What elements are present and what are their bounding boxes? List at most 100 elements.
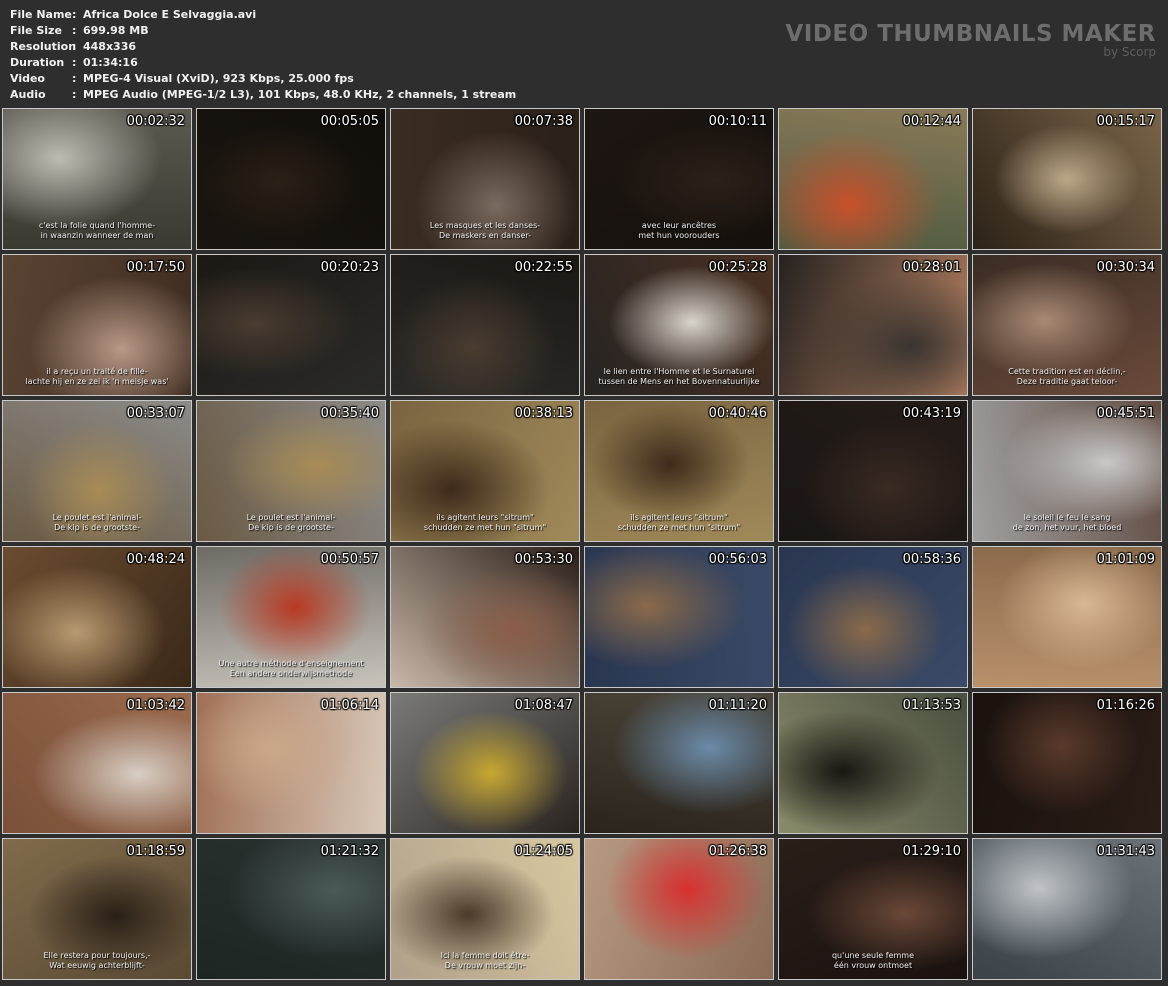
thumbnail-subtitle: qu'une seule femme één vrouw ontmoet <box>831 951 915 970</box>
thumbnail-frame-image <box>585 839 773 979</box>
thumbnail-timestamp: 00:58:36 <box>902 552 961 567</box>
thumbnail-frame-image <box>197 693 385 833</box>
video-thumbnail[interactable]: 01:11:20 <box>584 692 774 834</box>
video-thumbnail[interactable]: 00:35:40 Le poulet est l'animal- De kip i… <box>196 400 386 542</box>
file-info-row: Video: MPEG-4 Visual (XviD), 923 Kbps, 25… <box>10 71 516 87</box>
thumbnail-timestamp: 00:28:01 <box>902 260 961 275</box>
video-thumbnail[interactable]: 01:31:43 <box>972 838 1162 980</box>
file-info-row: Audio: MPEG Audio (MPEG-1/2 L3), 101 Kbps… <box>10 87 516 103</box>
thumbnail-timestamp: 00:56:03 <box>708 552 767 567</box>
thumbnail-frame-image <box>585 693 773 833</box>
thumbnail-timestamp: 00:17:50 <box>126 260 185 275</box>
thumbnail-frame-image <box>973 839 1161 979</box>
thumbnail-timestamp: 01:03:42 <box>126 698 185 713</box>
video-thumbnail[interactable]: 00:07:38 Les masques et les danses- De ma… <box>390 108 580 250</box>
thumbnail-timestamp: 01:08:47 <box>514 698 573 713</box>
video-thumbnail[interactable]: 00:58:36 <box>778 546 968 688</box>
thumbnail-timestamp: 00:02:32 <box>126 114 185 129</box>
thumbnail-timestamp: 00:30:34 <box>1096 260 1155 275</box>
thumbnail-timestamp: 01:16:26 <box>1096 698 1155 713</box>
video-thumbnail[interactable]: 00:05:05 <box>196 108 386 250</box>
thumbnail-frame-image <box>3 547 191 687</box>
thumbnail-timestamp: 00:25:28 <box>708 260 767 275</box>
video-thumbnail[interactable]: 00:22:55 <box>390 254 580 396</box>
file-info-row: Resolution:448x336 <box>10 39 516 55</box>
video-thumbnail[interactable]: 00:38:13 ils agitent leurs "sitrum" schud… <box>390 400 580 542</box>
video-thumbnail[interactable]: 00:50:57 Une autre méthode d'enseignement… <box>196 546 386 688</box>
file-info-value: 699.98 MB <box>83 24 149 37</box>
video-thumbnail[interactable]: 00:43:19 <box>778 400 968 542</box>
video-thumbnail[interactable]: 01:16:26 <box>972 692 1162 834</box>
file-info-value: 448x336 <box>83 40 137 53</box>
video-thumbnail[interactable]: 01:06:14 <box>196 692 386 834</box>
video-thumbnail[interactable]: 00:28:01 <box>778 254 968 396</box>
video-thumbnail[interactable]: 00:20:23 <box>196 254 386 396</box>
thumbnail-frame-image <box>779 401 967 541</box>
file-info-row: File Name: Africa Dolce E Selvaggia.avi <box>10 7 516 23</box>
video-thumbnail[interactable]: 00:40:46 ils agitent leurs "sitrum" schud… <box>584 400 774 542</box>
video-thumbnail[interactable]: 01:26:38 <box>584 838 774 980</box>
thumbnail-timestamp: 00:45:51 <box>1096 406 1155 421</box>
thumbnail-timestamp: 00:20:23 <box>320 260 379 275</box>
video-thumbnail[interactable]: 00:25:28 le lien entre l'Homme et le Surn… <box>584 254 774 396</box>
thumbnail-subtitle: c'est la folie quand l'homme- in waanzin… <box>38 221 156 240</box>
file-info-separator: : <box>72 56 77 69</box>
thumbnail-timestamp: 00:43:19 <box>902 406 961 421</box>
video-thumbnail[interactable]: 00:15:17 <box>972 108 1162 250</box>
thumbnail-timestamp: 01:29:10 <box>902 844 961 859</box>
file-info-separator: : <box>72 24 77 37</box>
thumbnail-frame-image <box>973 693 1161 833</box>
thumbnail-timestamp: 00:38:13 <box>514 406 573 421</box>
thumbnail-timestamp: 01:21:32 <box>320 844 379 859</box>
thumbnail-subtitle: Le poulet est l'animal- De kip is de gro… <box>246 513 336 532</box>
video-thumbnail[interactable]: 01:24:05 Ici la femme doit être- De vrouw… <box>390 838 580 980</box>
thumbnail-subtitle: ils agitent leurs "sitrum" schudden ze m… <box>423 513 547 532</box>
thumbnail-subtitle: Les masques et les danses- De maskers en… <box>429 221 541 240</box>
thumbnail-timestamp: 00:35:40 <box>320 406 379 421</box>
thumbnail-frame-image <box>779 255 967 395</box>
file-info-key: File Size <box>10 24 62 37</box>
video-thumbnail[interactable]: 01:08:47 <box>390 692 580 834</box>
video-thumbnail[interactable]: 01:21:32 <box>196 838 386 980</box>
thumbnail-frame-image <box>3 693 191 833</box>
video-thumbnail[interactable]: 01:03:42 <box>2 692 192 834</box>
file-info-value: MPEG-4 Visual (XviD), 923 Kbps, 25.000 f… <box>83 72 354 85</box>
thumbnail-frame-image <box>391 255 579 395</box>
thumbnail-timestamp: 00:07:38 <box>514 114 573 129</box>
file-info-key: Resolution <box>10 40 77 53</box>
video-thumbnail[interactable]: 00:45:51 le soleil le feu le sang de zon,… <box>972 400 1162 542</box>
thumbnail-timestamp: 01:26:38 <box>708 844 767 859</box>
video-thumbnail[interactable]: 01:13:53 <box>778 692 968 834</box>
thumbnail-timestamp: 01:31:43 <box>1096 844 1155 859</box>
video-thumbnail[interactable]: 01:01:09 <box>972 546 1162 688</box>
thumbnail-subtitle: avec leur ancêtres met hun voorouders <box>638 221 720 240</box>
header: File Name: Africa Dolce E Selvaggia.avi Fi… <box>0 0 1168 108</box>
video-thumbnail[interactable]: 00:53:30 <box>390 546 580 688</box>
thumbnail-timestamp: 01:18:59 <box>126 844 185 859</box>
video-thumbnail[interactable]: 00:48:24 <box>2 546 192 688</box>
thumbnail-timestamp: 00:12:44 <box>902 114 961 129</box>
thumbnail-frame-image <box>973 109 1161 249</box>
video-thumbnail[interactable]: 00:56:03 <box>584 546 774 688</box>
video-thumbnail[interactable]: 01:29:10 qu'une seule femme één vrouw ont… <box>778 838 968 980</box>
thumbnail-frame-image <box>197 255 385 395</box>
thumbnail-timestamp: 00:53:30 <box>514 552 573 567</box>
thumbnail-timestamp: 00:22:55 <box>514 260 573 275</box>
file-info-key: Audio <box>10 88 46 101</box>
thumbnail-subtitle: Le poulet est l'animal- De kip is de gro… <box>52 513 142 532</box>
video-thumbnail[interactable]: 00:12:44 <box>778 108 968 250</box>
thumbnail-subtitle: le soleil le feu le sang de zon, het vuu… <box>1012 513 1122 532</box>
video-thumbnail[interactable]: 00:02:32 c'est la folie quand l'homme- in… <box>2 108 192 250</box>
thumbnail-subtitle: Une autre méthode d'enseignement Een and… <box>218 659 364 678</box>
file-info-key: Duration <box>10 56 65 69</box>
video-thumbnail[interactable]: 00:33:07 Le poulet est l'animal- De kip i… <box>2 400 192 542</box>
video-thumbnail[interactable]: 00:10:11 avec leur ancêtres met hun vooro… <box>584 108 774 250</box>
brand-watermark: VIDEO THUMBNAILS MAKER by Scorp <box>785 20 1156 58</box>
video-thumbnail[interactable]: 00:17:50 il a reçu un traité de fille- la… <box>2 254 192 396</box>
file-info-separator: : <box>72 8 77 21</box>
thumbnail-frame-image <box>585 547 773 687</box>
video-thumbnail[interactable]: 01:18:59 Elle restera pour toujours,- Wat… <box>2 838 192 980</box>
thumbnail-timestamp: 01:11:20 <box>708 698 767 713</box>
video-thumbnail[interactable]: 00:30:34 Cette tradition est en déclin,- … <box>972 254 1162 396</box>
file-info-key: Video <box>10 72 45 85</box>
